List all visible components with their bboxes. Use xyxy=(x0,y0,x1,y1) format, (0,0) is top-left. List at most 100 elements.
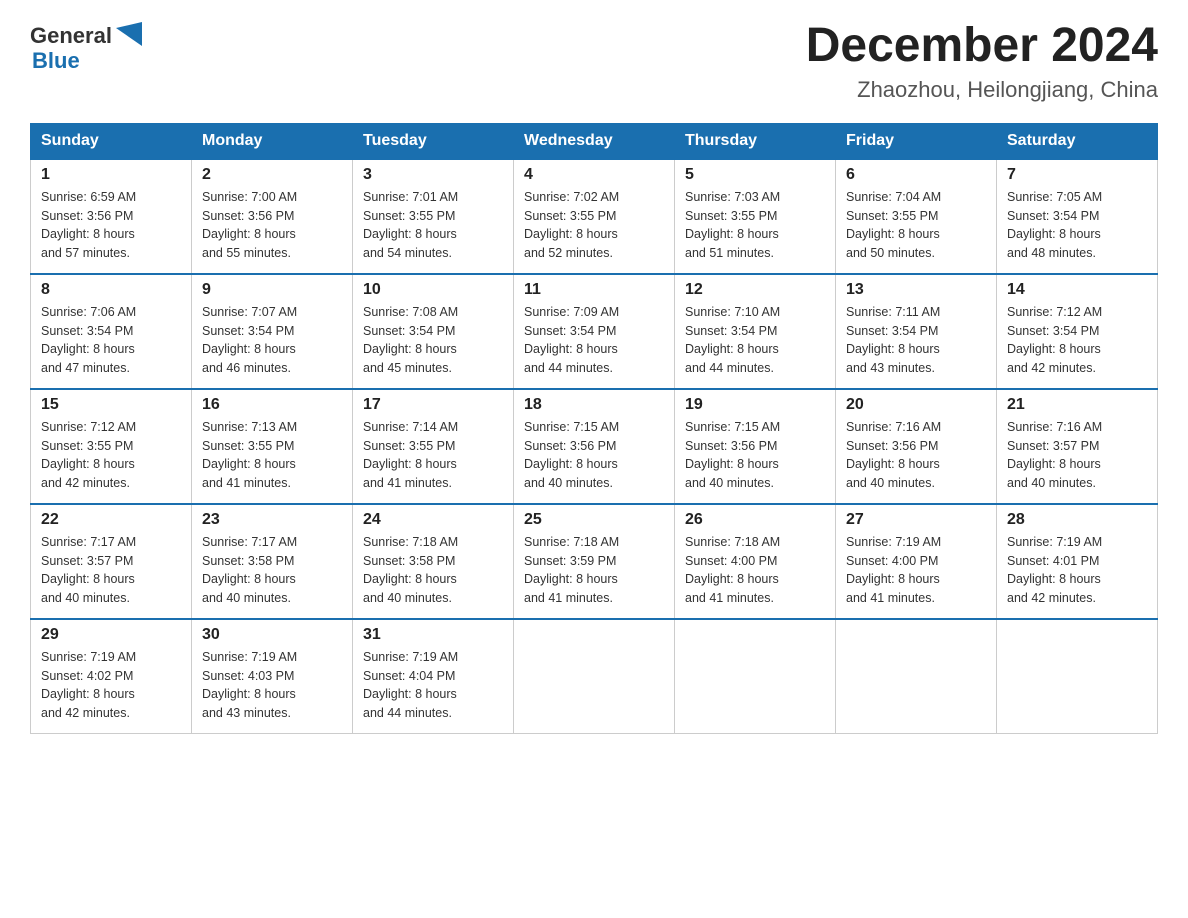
col-wednesday: Wednesday xyxy=(514,123,675,159)
col-monday: Monday xyxy=(192,123,353,159)
calendar-header-row: Sunday Monday Tuesday Wednesday Thursday… xyxy=(31,123,1158,159)
calendar-cell-w3-d2: 16 Sunrise: 7:13 AMSunset: 3:55 PMDaylig… xyxy=(192,389,353,504)
day-detail: Sunrise: 7:15 AMSunset: 3:56 PMDaylight:… xyxy=(685,418,825,493)
logo-general-text: General xyxy=(30,23,112,49)
day-detail: Sunrise: 7:08 AMSunset: 3:54 PMDaylight:… xyxy=(363,303,503,378)
day-detail: Sunrise: 7:11 AMSunset: 3:54 PMDaylight:… xyxy=(846,303,986,378)
day-detail: Sunrise: 7:19 AMSunset: 4:01 PMDaylight:… xyxy=(1007,533,1147,608)
calendar-week-row-2: 8 Sunrise: 7:06 AMSunset: 3:54 PMDayligh… xyxy=(31,274,1158,389)
day-number: 14 xyxy=(1007,281,1147,299)
calendar-cell-w3-d6: 20 Sunrise: 7:16 AMSunset: 3:56 PMDaylig… xyxy=(836,389,997,504)
day-number: 28 xyxy=(1007,511,1147,529)
day-detail: Sunrise: 7:12 AMSunset: 3:54 PMDaylight:… xyxy=(1007,303,1147,378)
calendar-cell-w2-d6: 13 Sunrise: 7:11 AMSunset: 3:54 PMDaylig… xyxy=(836,274,997,389)
calendar-table: Sunday Monday Tuesday Wednesday Thursday… xyxy=(30,123,1158,734)
day-number: 30 xyxy=(202,626,342,644)
day-detail: Sunrise: 7:19 AMSunset: 4:02 PMDaylight:… xyxy=(41,648,181,723)
day-number: 29 xyxy=(41,626,181,644)
calendar-cell-w3-d5: 19 Sunrise: 7:15 AMSunset: 3:56 PMDaylig… xyxy=(675,389,836,504)
day-detail: Sunrise: 7:07 AMSunset: 3:54 PMDaylight:… xyxy=(202,303,342,378)
calendar-cell-w4-d6: 27 Sunrise: 7:19 AMSunset: 4:00 PMDaylig… xyxy=(836,504,997,619)
day-number: 17 xyxy=(363,396,503,414)
day-detail: Sunrise: 7:05 AMSunset: 3:54 PMDaylight:… xyxy=(1007,188,1147,263)
day-number: 6 xyxy=(846,166,986,184)
calendar-cell-w2-d2: 9 Sunrise: 7:07 AMSunset: 3:54 PMDayligh… xyxy=(192,274,353,389)
day-detail: Sunrise: 7:12 AMSunset: 3:55 PMDaylight:… xyxy=(41,418,181,493)
day-detail: Sunrise: 7:18 AMSunset: 4:00 PMDaylight:… xyxy=(685,533,825,608)
day-number: 3 xyxy=(363,166,503,184)
day-number: 19 xyxy=(685,396,825,414)
calendar-week-row-5: 29 Sunrise: 7:19 AMSunset: 4:02 PMDaylig… xyxy=(31,619,1158,734)
day-detail: Sunrise: 7:19 AMSunset: 4:00 PMDaylight:… xyxy=(846,533,986,608)
calendar-cell-w3-d3: 17 Sunrise: 7:14 AMSunset: 3:55 PMDaylig… xyxy=(353,389,514,504)
calendar-cell-w5-d1: 29 Sunrise: 7:19 AMSunset: 4:02 PMDaylig… xyxy=(31,619,192,734)
day-detail: Sunrise: 7:06 AMSunset: 3:54 PMDaylight:… xyxy=(41,303,181,378)
col-saturday: Saturday xyxy=(997,123,1158,159)
calendar-cell-w5-d2: 30 Sunrise: 7:19 AMSunset: 4:03 PMDaylig… xyxy=(192,619,353,734)
col-tuesday: Tuesday xyxy=(353,123,514,159)
day-detail: Sunrise: 7:01 AMSunset: 3:55 PMDaylight:… xyxy=(363,188,503,263)
day-number: 24 xyxy=(363,511,503,529)
calendar-cell-w5-d3: 31 Sunrise: 7:19 AMSunset: 4:04 PMDaylig… xyxy=(353,619,514,734)
calendar-cell-w1-d1: 1 Sunrise: 6:59 AMSunset: 3:56 PMDayligh… xyxy=(31,159,192,274)
day-number: 27 xyxy=(846,511,986,529)
header: General Blue December 2024 Zhaozhou, Hei… xyxy=(30,20,1158,103)
location-title: Zhaozhou, Heilongjiang, China xyxy=(806,77,1158,103)
calendar-cell-w1-d4: 4 Sunrise: 7:02 AMSunset: 3:55 PMDayligh… xyxy=(514,159,675,274)
calendar-cell-w4-d1: 22 Sunrise: 7:17 AMSunset: 3:57 PMDaylig… xyxy=(31,504,192,619)
day-number: 11 xyxy=(524,281,664,299)
calendar-cell-w1-d7: 7 Sunrise: 7:05 AMSunset: 3:54 PMDayligh… xyxy=(997,159,1158,274)
title-area: December 2024 Zhaozhou, Heilongjiang, Ch… xyxy=(806,20,1158,103)
day-detail: Sunrise: 7:16 AMSunset: 3:56 PMDaylight:… xyxy=(846,418,986,493)
day-number: 9 xyxy=(202,281,342,299)
day-number: 5 xyxy=(685,166,825,184)
day-detail: Sunrise: 7:14 AMSunset: 3:55 PMDaylight:… xyxy=(363,418,503,493)
calendar-week-row-4: 22 Sunrise: 7:17 AMSunset: 3:57 PMDaylig… xyxy=(31,504,1158,619)
day-detail: Sunrise: 7:04 AMSunset: 3:55 PMDaylight:… xyxy=(846,188,986,263)
day-number: 22 xyxy=(41,511,181,529)
day-number: 1 xyxy=(41,166,181,184)
calendar-week-row-1: 1 Sunrise: 6:59 AMSunset: 3:56 PMDayligh… xyxy=(31,159,1158,274)
day-detail: Sunrise: 7:19 AMSunset: 4:04 PMDaylight:… xyxy=(363,648,503,723)
calendar-cell-w2-d1: 8 Sunrise: 7:06 AMSunset: 3:54 PMDayligh… xyxy=(31,274,192,389)
day-detail: Sunrise: 7:19 AMSunset: 4:03 PMDaylight:… xyxy=(202,648,342,723)
calendar-cell-w5-d4 xyxy=(514,619,675,734)
logo: General Blue xyxy=(30,20,146,74)
calendar-cell-w4-d2: 23 Sunrise: 7:17 AMSunset: 3:58 PMDaylig… xyxy=(192,504,353,619)
calendar-cell-w2-d4: 11 Sunrise: 7:09 AMSunset: 3:54 PMDaylig… xyxy=(514,274,675,389)
calendar-week-row-3: 15 Sunrise: 7:12 AMSunset: 3:55 PMDaylig… xyxy=(31,389,1158,504)
day-number: 23 xyxy=(202,511,342,529)
day-number: 4 xyxy=(524,166,664,184)
logo-blue-text: Blue xyxy=(32,48,80,74)
day-detail: Sunrise: 7:18 AMSunset: 3:58 PMDaylight:… xyxy=(363,533,503,608)
calendar-cell-w5-d7 xyxy=(997,619,1158,734)
calendar-cell-w2-d5: 12 Sunrise: 7:10 AMSunset: 3:54 PMDaylig… xyxy=(675,274,836,389)
day-number: 15 xyxy=(41,396,181,414)
day-detail: Sunrise: 7:15 AMSunset: 3:56 PMDaylight:… xyxy=(524,418,664,493)
calendar-cell-w1-d2: 2 Sunrise: 7:00 AMSunset: 3:56 PMDayligh… xyxy=(192,159,353,274)
day-number: 20 xyxy=(846,396,986,414)
day-detail: Sunrise: 7:00 AMSunset: 3:56 PMDaylight:… xyxy=(202,188,342,263)
day-number: 21 xyxy=(1007,396,1147,414)
day-number: 25 xyxy=(524,511,664,529)
day-detail: Sunrise: 7:02 AMSunset: 3:55 PMDaylight:… xyxy=(524,188,664,263)
day-number: 26 xyxy=(685,511,825,529)
day-detail: Sunrise: 7:13 AMSunset: 3:55 PMDaylight:… xyxy=(202,418,342,493)
calendar-cell-w2-d3: 10 Sunrise: 7:08 AMSunset: 3:54 PMDaylig… xyxy=(353,274,514,389)
calendar-cell-w1-d3: 3 Sunrise: 7:01 AMSunset: 3:55 PMDayligh… xyxy=(353,159,514,274)
col-thursday: Thursday xyxy=(675,123,836,159)
day-number: 8 xyxy=(41,281,181,299)
day-number: 13 xyxy=(846,281,986,299)
day-number: 31 xyxy=(363,626,503,644)
day-number: 2 xyxy=(202,166,342,184)
day-number: 18 xyxy=(524,396,664,414)
month-title: December 2024 xyxy=(806,20,1158,73)
logo-triangle-icon xyxy=(114,20,146,52)
calendar-cell-w3-d4: 18 Sunrise: 7:15 AMSunset: 3:56 PMDaylig… xyxy=(514,389,675,504)
day-detail: Sunrise: 6:59 AMSunset: 3:56 PMDaylight:… xyxy=(41,188,181,263)
day-detail: Sunrise: 7:10 AMSunset: 3:54 PMDaylight:… xyxy=(685,303,825,378)
day-detail: Sunrise: 7:17 AMSunset: 3:58 PMDaylight:… xyxy=(202,533,342,608)
calendar-cell-w1-d6: 6 Sunrise: 7:04 AMSunset: 3:55 PMDayligh… xyxy=(836,159,997,274)
day-number: 12 xyxy=(685,281,825,299)
calendar-cell-w1-d5: 5 Sunrise: 7:03 AMSunset: 3:55 PMDayligh… xyxy=(675,159,836,274)
